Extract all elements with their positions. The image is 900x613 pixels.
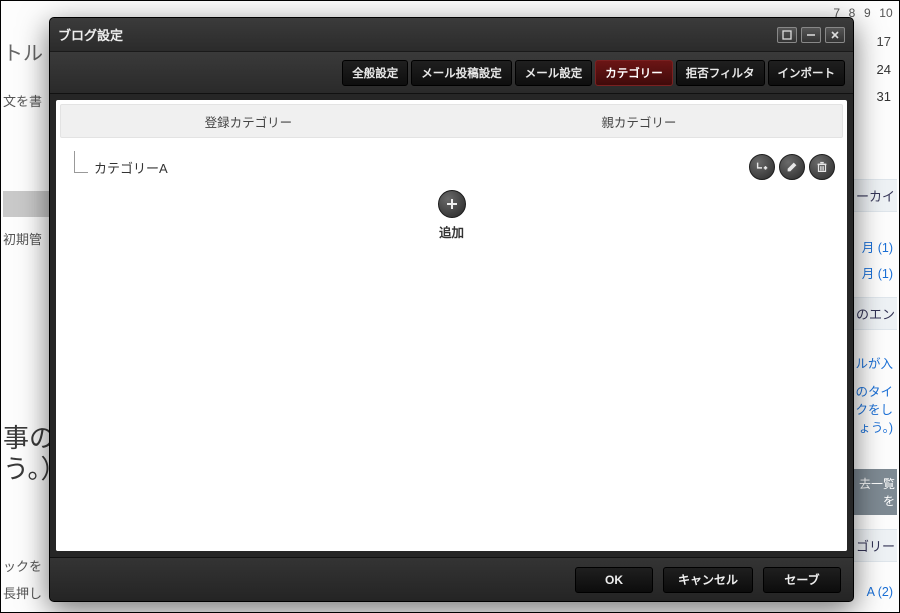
column-parent-category: 親カテゴリー: [436, 112, 842, 131]
ok-button[interactable]: OK: [575, 567, 653, 593]
bg-body-hint: 文を書: [3, 91, 42, 110]
add-category-block: 追加: [68, 190, 835, 241]
column-registered-category: 登録カテゴリー: [61, 112, 436, 131]
bg-admin-fragment: 初期管: [3, 229, 42, 248]
minimize-button[interactable]: [801, 27, 821, 43]
category-row: カテゴリーA: [68, 152, 835, 182]
dialog-content: 登録カテゴリー 親カテゴリー カテゴリーA: [56, 100, 847, 551]
bg-hint-1: ックを: [3, 556, 42, 575]
category-link[interactable]: A (2): [867, 585, 893, 599]
add-category-label: 追加: [68, 222, 835, 241]
bg-hint-2: 長押し: [3, 583, 42, 602]
tab-mail[interactable]: メール設定: [515, 60, 593, 86]
category-table-body: カテゴリーA: [56, 138, 847, 551]
tree-branch-icon: [74, 151, 88, 173]
calendar-cell: 24: [877, 62, 891, 77]
close-button[interactable]: [825, 27, 845, 43]
close-icon: [830, 30, 840, 40]
dialog-titlebar: ブログ設定: [50, 18, 853, 52]
plus-icon: [444, 196, 460, 212]
entry-link[interactable]: のタイ: [855, 381, 893, 400]
dialog-tabbar: 全般設定 メール投稿設定 メール設定 カテゴリー 拒否フィルタ インポート: [50, 52, 853, 94]
category-name: カテゴリーA: [94, 158, 168, 177]
tab-mail-post[interactable]: メール投稿設定: [411, 60, 512, 86]
add-child-button[interactable]: [749, 154, 775, 180]
add-category-button[interactable]: [438, 190, 466, 218]
past-list-button[interactable]: 去一覧を: [847, 469, 897, 515]
calendar-cell: 31: [877, 89, 891, 104]
cancel-button[interactable]: キャンセル: [663, 567, 753, 593]
save-button[interactable]: セーブ: [763, 567, 841, 593]
trash-icon: [815, 160, 829, 174]
archive-link[interactable]: 月 (1): [862, 263, 893, 282]
dialog-title: ブログ設定: [58, 25, 773, 44]
tab-import[interactable]: インポート: [768, 60, 846, 86]
tab-general[interactable]: 全般設定: [342, 60, 408, 86]
category-table-header: 登録カテゴリー 親カテゴリー: [60, 104, 843, 138]
pencil-icon: [785, 160, 799, 174]
background-right: 7 8 9 10 17 24 31 ーカイ 月 (1) 月 (1) のエン トル…: [847, 1, 897, 612]
archive-link[interactable]: 月 (1): [862, 237, 893, 256]
entries-header: のエン: [847, 297, 897, 330]
tab-filter[interactable]: 拒否フィルタ: [676, 60, 765, 86]
dialog-footer: OK キャンセル セーブ: [50, 557, 853, 601]
add-child-icon: [755, 160, 769, 174]
bg-title-fragment: トル: [3, 37, 43, 66]
tab-category[interactable]: カテゴリー: [595, 60, 673, 86]
entry-link[interactable]: ょう。): [858, 417, 893, 436]
calendar-cell: 17: [877, 34, 891, 49]
calendar-cell: 10: [879, 6, 892, 20]
edit-button[interactable]: [779, 154, 805, 180]
minimize-icon: [806, 30, 816, 40]
blog-settings-dialog: ブログ設定 全般設定 メール投稿設定 メール設定 カテゴリー 拒否フィルタ イン…: [49, 17, 854, 602]
category-header: ゴリー: [847, 529, 897, 562]
delete-button[interactable]: [809, 154, 835, 180]
maximize-button[interactable]: [777, 27, 797, 43]
maximize-icon: [782, 30, 792, 40]
calendar-cell: 9: [864, 6, 871, 20]
archive-header: ーカイ: [847, 179, 897, 212]
